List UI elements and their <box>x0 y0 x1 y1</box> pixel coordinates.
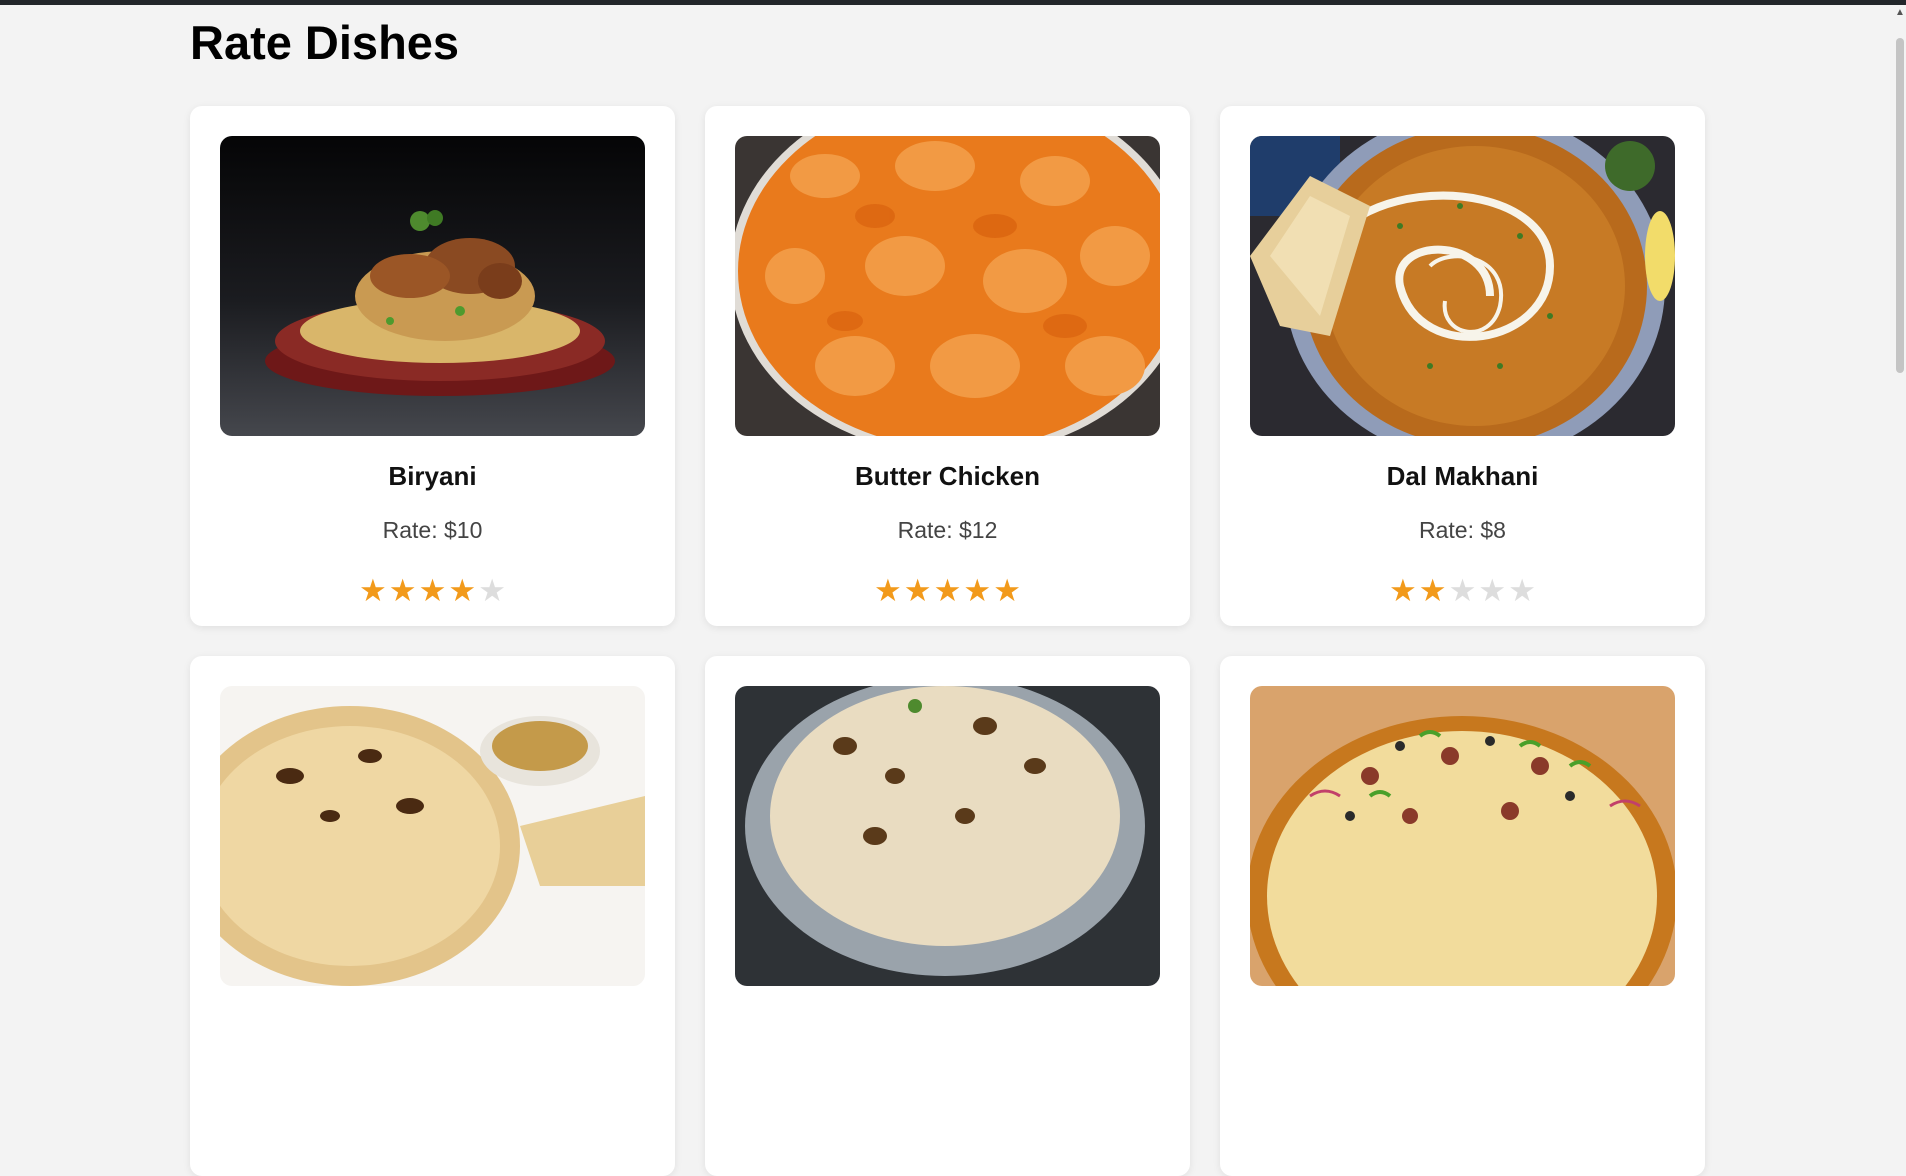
star-icon-4[interactable]: ★ <box>963 574 991 608</box>
dish-name: Biryani <box>388 461 477 491</box>
star-icon-5[interactable]: ★ <box>993 574 1021 608</box>
dish-rate: Rate: $10 <box>382 517 483 543</box>
page-container: Rate Dishes Biryani Rate: $10 ★ ★ ★ ★ ★ … <box>190 5 1710 1176</box>
star-icon-4[interactable]: ★ <box>1478 574 1506 608</box>
paratha-photo <box>220 686 645 986</box>
star-icon-1[interactable]: ★ <box>359 574 387 608</box>
dish-card-paratha <box>190 656 675 1176</box>
dish-card-biryani: Biryani Rate: $10 ★ ★ ★ ★ ★ <box>190 106 675 626</box>
star-rating: ★ ★ ★ ★ ★ <box>1250 574 1675 608</box>
dish-name: Dal Makhani <box>1386 461 1539 491</box>
star-icon-2[interactable]: ★ <box>389 574 417 608</box>
naan-photo <box>735 686 1160 986</box>
dish-card-naan <box>705 656 1190 1176</box>
star-rating: ★ ★ ★ ★ ★ <box>220 574 645 608</box>
dal-makhani-photo <box>1250 136 1675 436</box>
page-title: Rate Dishes <box>190 16 460 69</box>
dish-card-pizza <box>1220 656 1705 1176</box>
biryani-photo <box>220 136 645 436</box>
scrollbar-thumb[interactable] <box>1896 38 1904 373</box>
dish-card-dal-makhani: Dal Makhani Rate: $8 ★ ★ ★ ★ ★ <box>1220 106 1705 626</box>
dish-name: Butter Chicken <box>855 461 1040 491</box>
star-icon-2[interactable]: ★ <box>904 574 932 608</box>
dish-card-butter-chicken: Butter Chicken Rate: $12 ★ ★ ★ ★ ★ <box>705 106 1190 626</box>
star-icon-4[interactable]: ★ <box>448 574 476 608</box>
star-icon-5[interactable]: ★ <box>478 574 506 608</box>
pizza-photo <box>1250 686 1675 986</box>
star-icon-2[interactable]: ★ <box>1419 574 1447 608</box>
star-rating: ★ ★ ★ ★ ★ <box>735 574 1160 608</box>
scroll-up-arrow-icon[interactable]: ▲ <box>1894 5 1906 21</box>
dish-rate: Rate: $8 <box>1419 517 1506 543</box>
star-icon-1[interactable]: ★ <box>874 574 902 608</box>
dish-rate: Rate: $12 <box>897 517 998 543</box>
star-icon-3[interactable]: ★ <box>934 574 962 608</box>
star-icon-1[interactable]: ★ <box>1389 574 1417 608</box>
star-icon-3[interactable]: ★ <box>1449 574 1477 608</box>
star-icon-3[interactable]: ★ <box>419 574 447 608</box>
dish-grid: Biryani Rate: $10 ★ ★ ★ ★ ★ Butter Chick… <box>190 106 1710 1176</box>
butter-chicken-photo <box>735 136 1160 436</box>
star-icon-5[interactable]: ★ <box>1508 574 1536 608</box>
